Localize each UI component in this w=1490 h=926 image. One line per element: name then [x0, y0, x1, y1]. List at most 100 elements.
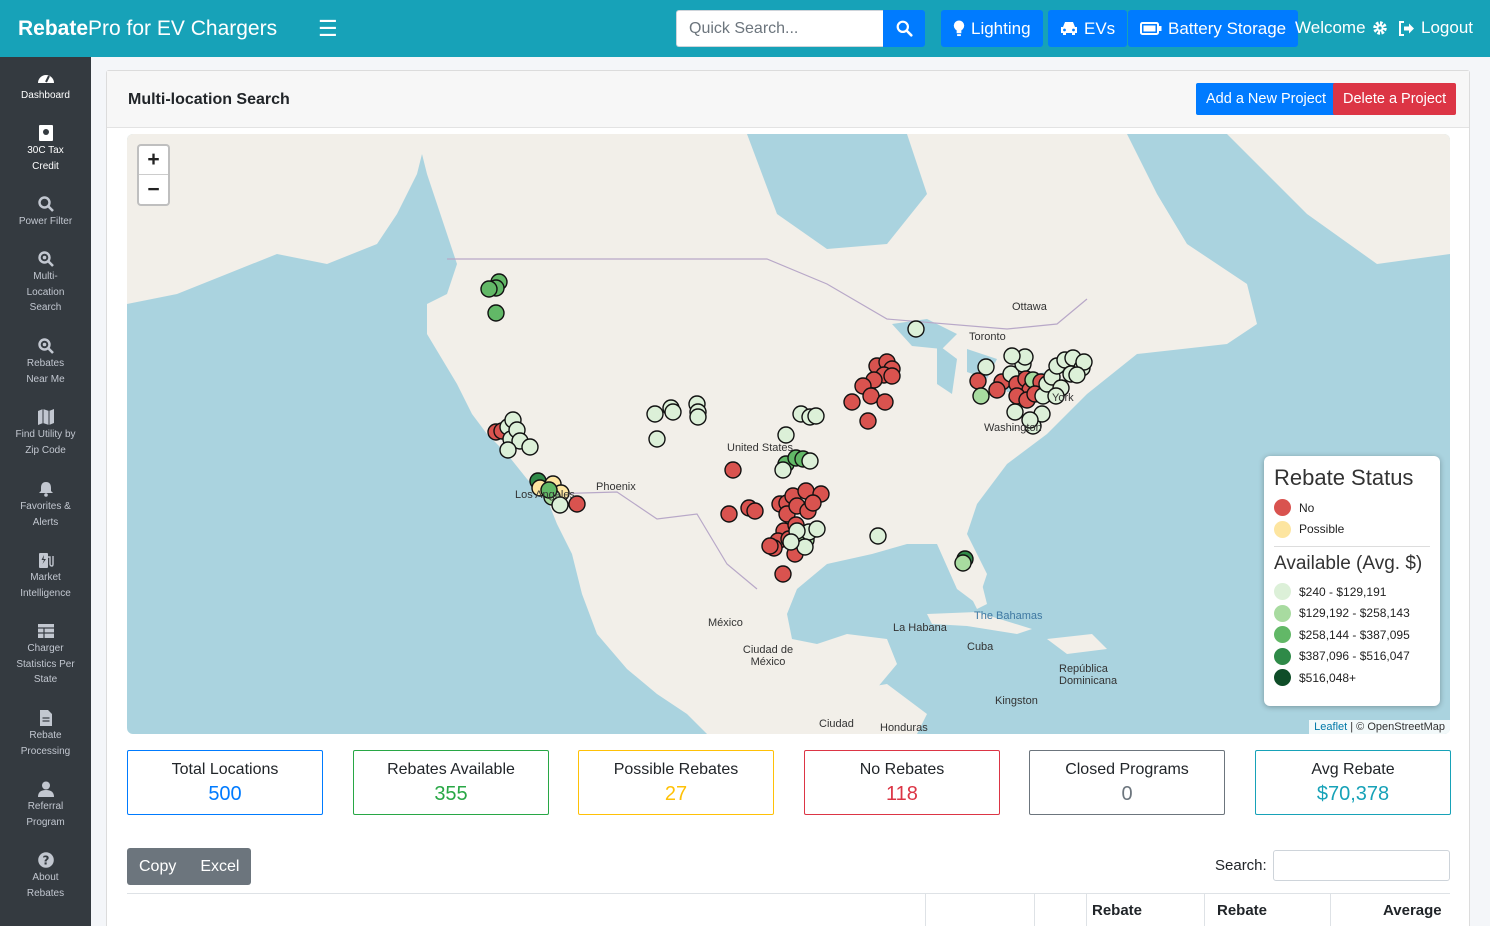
- location-marker[interactable]: [480, 280, 498, 298]
- location-marker[interactable]: [761, 537, 779, 555]
- quick-search: [676, 10, 925, 47]
- location-marker[interactable]: [521, 438, 539, 456]
- legend-swatch: [1274, 520, 1291, 538]
- location-marker[interactable]: [689, 408, 707, 426]
- location-marker[interactable]: [907, 320, 925, 338]
- menu-toggle-icon[interactable]: ☰: [318, 16, 338, 42]
- location-marker[interactable]: [876, 393, 894, 411]
- car-icon: [1061, 22, 1077, 35]
- legend-item: $240 - $129,191: [1274, 581, 1430, 603]
- location-marker[interactable]: [843, 393, 861, 411]
- stat-closed-programs: Closed Programs 0: [1029, 750, 1225, 815]
- sidebar-item-charger-statistics[interactable]: Charger Statistics Per State: [0, 623, 91, 688]
- map-label: La Habana: [893, 622, 947, 634]
- location-marker[interactable]: [664, 403, 682, 421]
- location-marker[interactable]: [883, 367, 901, 385]
- excel-button[interactable]: Excel: [188, 848, 251, 885]
- stat-no-rebates: No Rebates 118: [804, 750, 1000, 815]
- sidebar-item-market-intelligence[interactable]: Market Intelligence: [0, 552, 91, 601]
- map-view[interactable]: + − Ottawa Toronto Washington York Unite…: [127, 134, 1450, 734]
- map-icon: [37, 409, 54, 425]
- location-marker[interactable]: [646, 405, 664, 423]
- location-marker[interactable]: [988, 381, 1006, 399]
- legend-item: $516,048+: [1274, 667, 1430, 689]
- search-button[interactable]: [883, 10, 925, 47]
- location-marker[interactable]: [977, 358, 995, 376]
- location-marker[interactable]: [801, 452, 819, 470]
- page-title: Multi-location Search: [128, 91, 290, 108]
- legend-subtitle: Available (Avg. $): [1274, 546, 1430, 575]
- brand-logo[interactable]: RebatePro for EV Chargers: [0, 17, 290, 41]
- sign-out-icon: [1399, 20, 1414, 36]
- legend-swatch: [1274, 499, 1291, 517]
- location-marker[interactable]: [746, 502, 764, 520]
- map-label: Kingston: [995, 695, 1038, 707]
- location-marker[interactable]: [499, 441, 517, 459]
- logout-link[interactable]: Logout: [1398, 18, 1473, 38]
- quick-search-input[interactable]: [676, 10, 883, 47]
- battery-storage-button[interactable]: Battery Storage: [1128, 10, 1299, 47]
- column-header[interactable]: Rebate: [1092, 902, 1142, 919]
- map-label: York: [1052, 392, 1074, 404]
- location-marker[interactable]: [1068, 366, 1086, 384]
- zoom-out-button[interactable]: −: [139, 175, 168, 204]
- sidebar-item-rebate-processing[interactable]: Rebate Processing: [0, 710, 91, 759]
- table-search-input[interactable]: [1273, 850, 1450, 881]
- location-marker[interactable]: [777, 426, 795, 444]
- legend-swatch: [1274, 604, 1291, 622]
- legend-swatch: [1274, 669, 1291, 687]
- location-marker[interactable]: [954, 554, 972, 572]
- map-label: Toronto: [969, 331, 1006, 343]
- location-marker[interactable]: [804, 494, 822, 512]
- location-marker[interactable]: [807, 407, 825, 425]
- location-marker[interactable]: [720, 505, 738, 523]
- sidebar-item-favorites-alerts[interactable]: Favorites & Alerts: [0, 481, 91, 530]
- sidebar-item-power-filter[interactable]: Power Filter: [0, 196, 91, 230]
- sidebar-item-multi-location-search[interactable]: Multi-Location Search: [0, 251, 91, 316]
- charging-station-icon: [38, 553, 54, 568]
- location-marker[interactable]: [648, 430, 666, 448]
- location-marker[interactable]: [859, 412, 877, 430]
- gear-icon: [1372, 21, 1387, 35]
- location-marker[interactable]: [808, 520, 826, 538]
- sidebar-item-find-utility[interactable]: Find Utility by Zip Code: [0, 409, 91, 458]
- certificate-icon: [38, 125, 53, 141]
- lighting-button[interactable]: Lighting: [941, 10, 1043, 47]
- battery-icon: [1140, 22, 1162, 35]
- copy-button[interactable]: Copy: [127, 848, 188, 885]
- location-marker[interactable]: [1006, 403, 1024, 421]
- map-label: Los Angeles: [515, 489, 575, 501]
- legend-item: $387,096 - $516,047: [1274, 646, 1430, 668]
- lightbulb-icon: [953, 20, 965, 37]
- welcome-settings-link[interactable]: Welcome: [1295, 18, 1388, 38]
- search-icon: [37, 196, 54, 212]
- location-marker[interactable]: [774, 565, 792, 583]
- location-marker[interactable]: [774, 461, 792, 479]
- location-marker[interactable]: [869, 527, 887, 545]
- stat-total-locations: Total Locations 500: [127, 750, 323, 815]
- leaflet-link[interactable]: Leaflet: [1314, 721, 1347, 733]
- sidebar-item-rebates-near-me[interactable]: Rebates Near Me: [0, 338, 91, 387]
- location-marker[interactable]: [724, 461, 742, 479]
- location-marker[interactable]: [782, 533, 800, 551]
- column-header[interactable]: Rebate: [1217, 902, 1267, 919]
- card-header: Multi-location Search Add a New Project …: [107, 71, 1469, 128]
- evs-button[interactable]: EVs: [1048, 10, 1128, 47]
- legend-title: Rebate Status: [1274, 465, 1414, 490]
- sidebar-item-30c-tax-credit[interactable]: 30C Tax Credit: [0, 125, 91, 174]
- sidebar-item-about-rebates[interactable]: ? About Rebates: [0, 852, 91, 901]
- column-header[interactable]: Average: [1383, 902, 1442, 919]
- zoom-in-button[interactable]: +: [139, 146, 168, 175]
- map-label: Washington: [984, 422, 1042, 434]
- stat-rebates-available: Rebates Available 355: [353, 750, 549, 815]
- location-marker[interactable]: [972, 387, 990, 405]
- sidebar-item-dashboard[interactable]: Dashboard: [0, 70, 91, 104]
- location-marker[interactable]: [487, 304, 505, 322]
- legend-swatch: [1274, 647, 1291, 665]
- add-project-button[interactable]: Add a New Project: [1196, 83, 1337, 115]
- sidebar: Dashboard 30C Tax Credit Power Filter Mu…: [0, 57, 91, 926]
- delete-project-button[interactable]: Delete a Project: [1333, 83, 1457, 115]
- location-marker[interactable]: [969, 372, 987, 390]
- location-marker[interactable]: [1003, 347, 1021, 365]
- sidebar-item-referral-program[interactable]: Referral Program: [0, 781, 91, 830]
